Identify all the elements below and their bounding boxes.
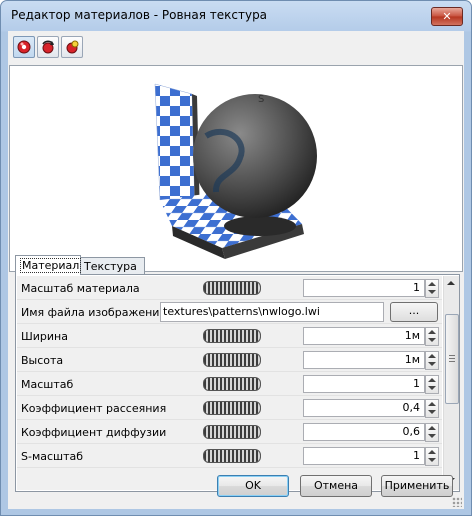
grip-line xyxy=(449,358,455,359)
property-label: Масштаб материала xyxy=(21,282,140,295)
render-sphere-icon xyxy=(17,40,31,54)
value-field[interactable]: 1м xyxy=(303,351,425,369)
value-knob[interactable] xyxy=(203,377,261,391)
value-spinner[interactable] xyxy=(425,279,439,298)
value-spinner[interactable] xyxy=(425,447,439,466)
browse-button[interactable]: ... xyxy=(390,302,438,322)
apply-button[interactable]: Применить xyxy=(381,475,453,497)
image-path-field[interactable]: textures\patterns\nwlogo.lwi xyxy=(160,302,384,322)
value-spinner[interactable] xyxy=(425,351,439,370)
resize-grip[interactable] xyxy=(452,497,462,507)
svg-text:S: S xyxy=(258,94,264,105)
value-field[interactable]: 1 xyxy=(303,375,425,393)
value-knob[interactable] xyxy=(203,401,261,415)
material-preview: S xyxy=(9,65,463,272)
property-label: Имя файла изображения xyxy=(21,306,167,319)
light-icon xyxy=(66,40,79,54)
value-knob[interactable] xyxy=(203,353,261,367)
property-row-scatter: Коэффициент рассеяния 0,4 xyxy=(17,396,442,420)
render-sphere-button[interactable] xyxy=(13,36,35,58)
property-row-diffuse: Коэффициент диффузии 0,6 xyxy=(17,420,442,444)
rotate-button[interactable] xyxy=(37,36,59,58)
property-label: Коэффициент диффузии xyxy=(21,426,167,439)
property-label: Коэффициент рассеяния xyxy=(21,402,167,415)
vertical-scrollbar[interactable] xyxy=(443,276,459,490)
close-icon: ✕ xyxy=(442,10,452,23)
grip-line xyxy=(449,361,455,362)
dialog-client: S Материал Текстура Масштаб материала 1 xyxy=(8,31,464,509)
value-field[interactable]: 1м xyxy=(303,327,425,345)
property-row-image-file: Имя файла изображения textures\patterns\… xyxy=(17,300,442,324)
cancel-button[interactable]: Отмена xyxy=(300,475,372,497)
property-grid: Масштаб материала 1 Имя файла изображени… xyxy=(17,276,442,490)
property-label: Высота xyxy=(21,354,64,367)
preview-render: S xyxy=(154,83,317,259)
value-spinner[interactable] xyxy=(425,327,439,346)
scroll-up-icon[interactable] xyxy=(447,281,455,285)
grip-line xyxy=(449,355,455,356)
value-spinner[interactable] xyxy=(425,399,439,418)
value-field[interactable]: 0,4 xyxy=(303,399,425,417)
value-knob[interactable] xyxy=(203,425,261,439)
property-label: Ширина xyxy=(21,330,68,343)
property-row-height: Высота 1м xyxy=(17,348,442,372)
property-panel: Масштаб материала 1 Имя файла изображени… xyxy=(15,274,460,492)
close-button[interactable]: ✕ xyxy=(431,7,463,26)
value-knob[interactable] xyxy=(203,449,261,463)
light-button[interactable] xyxy=(61,36,83,58)
window-title: Редактор материалов - Ровная текстура xyxy=(11,8,268,22)
property-label: Масштаб xyxy=(21,378,74,391)
ok-button[interactable]: OK xyxy=(217,475,289,497)
value-spinner[interactable] xyxy=(425,375,439,394)
scroll-thumb[interactable] xyxy=(445,314,459,404)
value-field[interactable]: 0,6 xyxy=(303,423,425,441)
tab-material[interactable]: Материал xyxy=(15,255,82,275)
property-row-width: Ширина 1м xyxy=(17,324,442,348)
property-row-scale: Масштаб 1 xyxy=(17,372,442,396)
value-field[interactable]: 1 xyxy=(303,279,425,297)
value-knob[interactable] xyxy=(203,329,261,343)
property-label: S-масштаб xyxy=(21,450,84,463)
value-field[interactable]: 1 xyxy=(303,447,425,465)
property-row-material-scale: Масштаб материала 1 xyxy=(17,276,442,300)
value-spinner[interactable] xyxy=(425,423,439,442)
rotate-icon xyxy=(42,40,54,54)
title-bar[interactable]: Редактор материалов - Ровная текстура ✕ xyxy=(1,1,471,31)
property-row-s-scale: S-масштаб 1 xyxy=(17,444,442,468)
material-editor-window: Редактор материалов - Ровная текстура ✕ xyxy=(0,0,472,516)
tab-texture[interactable]: Текстура xyxy=(79,257,145,275)
value-knob[interactable] xyxy=(203,281,261,295)
